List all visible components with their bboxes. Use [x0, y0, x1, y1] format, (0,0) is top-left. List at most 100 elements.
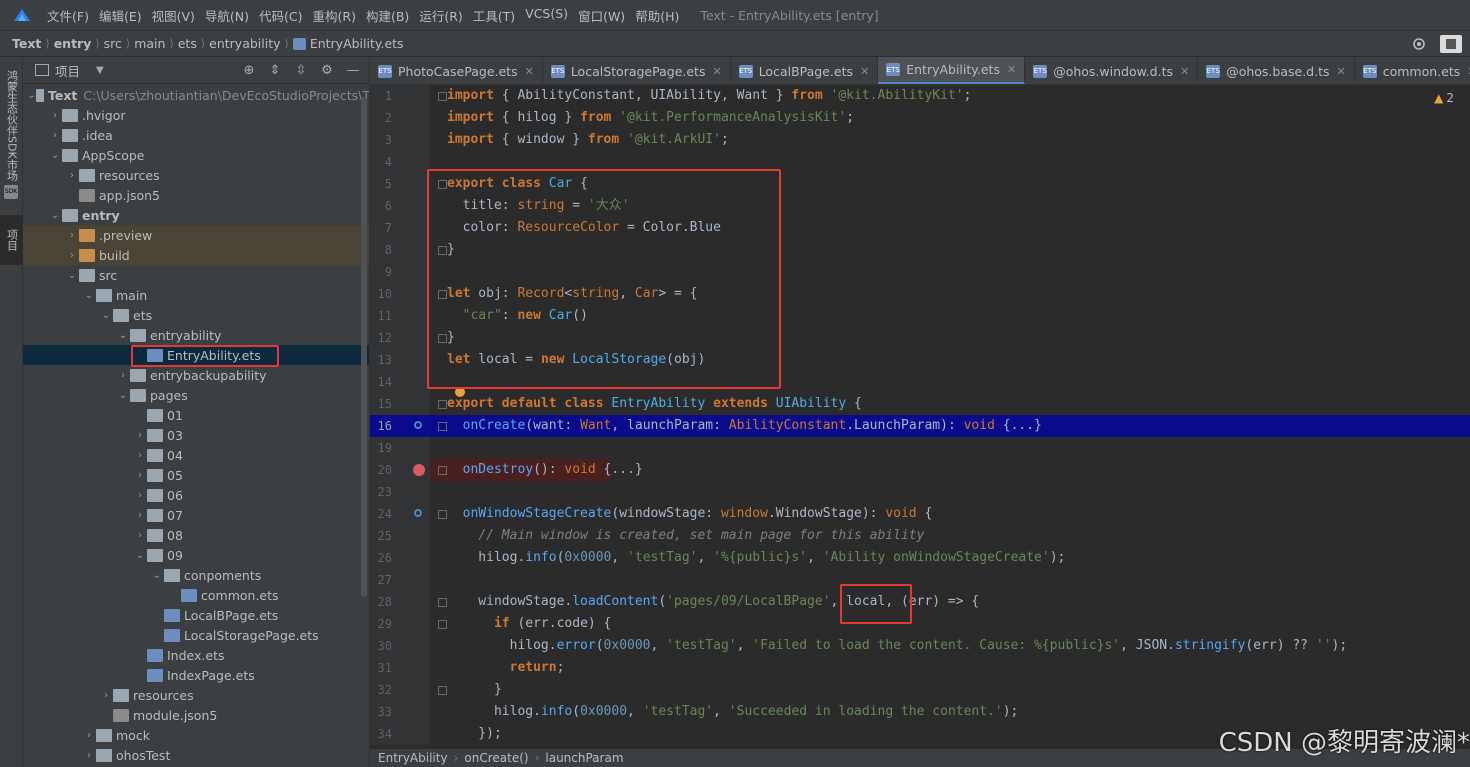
fold-marker-icon[interactable] [438, 290, 447, 299]
tree-item[interactable]: › .idea [23, 125, 369, 145]
code-line[interactable]: 29 if (err.code) { [370, 613, 1470, 635]
menu-item[interactable]: VCS(S) [520, 6, 573, 25]
fold-marker-icon[interactable] [438, 466, 447, 475]
code-line[interactable]: 2 import { hilog } from '@kit.Performance… [370, 107, 1470, 129]
tree-item[interactable]: ⌄ conpoments [23, 565, 369, 585]
code-line[interactable]: 3 import { window } from '@kit.ArkUI'; [370, 129, 1470, 151]
tree-item[interactable]: ⌄ pages [23, 385, 369, 405]
code-line[interactable]: 25 // Main window is created, set main p… [370, 525, 1470, 547]
chevron-right-icon[interactable]: › [82, 730, 96, 741]
menu-item[interactable]: 编辑(E) [94, 6, 147, 25]
editor-tab[interactable]: ETS LocalStoragePage.ets ✕ [543, 57, 731, 84]
code-line[interactable]: 11 "car": new Car() [370, 305, 1470, 327]
locate-icon[interactable]: ⊕ [241, 62, 257, 78]
code-line[interactable]: 30 hilog.error(0x0000, 'testTag', 'Faile… [370, 635, 1470, 657]
breadcrumb-item[interactable]: src [104, 36, 122, 51]
tree-item[interactable]: 01 [23, 405, 369, 425]
editor-tab[interactable]: ETS @ohos.base.d.ts ✕ [1198, 57, 1355, 84]
menu-item[interactable]: 窗口(W) [573, 6, 630, 25]
tree-item[interactable]: › .preview [23, 225, 369, 245]
code-line[interactable]: 9 [370, 261, 1470, 283]
fold-marker-icon[interactable] [438, 92, 447, 101]
chevron-right-icon[interactable]: › [65, 170, 79, 181]
tree-item[interactable]: ⌄ entryability [23, 325, 369, 345]
chevron-right-icon[interactable]: › [133, 530, 147, 541]
code-line[interactable]: 32 } [370, 679, 1470, 701]
code-line[interactable]: 20 onDestroy(): void {...} [370, 459, 1470, 481]
tree-item[interactable]: › .hvigor [23, 105, 369, 125]
chevron-right-icon[interactable]: › [116, 370, 130, 381]
tree-item[interactable]: › 07 [23, 505, 369, 525]
code-line[interactable]: 5 export class Car { [370, 173, 1470, 195]
project-scrollbar[interactable] [361, 97, 367, 597]
tree-item[interactable]: › resources [23, 685, 369, 705]
menu-item[interactable]: 文件(F) [42, 6, 94, 25]
breakpoint-icon[interactable] [413, 464, 425, 476]
project-tool-tab[interactable]: 项目 [0, 215, 23, 265]
menu-item[interactable]: 工具(T) [468, 6, 520, 25]
chevron-down-icon[interactable]: ⌄ [48, 210, 62, 221]
menu-item[interactable]: 导航(N) [200, 6, 254, 25]
code-line[interactable]: 7 color: ResourceColor = Color.Blue [370, 217, 1470, 239]
menu-item[interactable]: 帮助(H) [630, 6, 684, 25]
tree-item[interactable]: ⌄ entry [23, 205, 369, 225]
chevron-down-icon[interactable]: ⌄ [82, 290, 96, 301]
tree-item[interactable]: ⌄ AppScope [23, 145, 369, 165]
view-dropdown-icon[interactable]: ▼ [96, 65, 104, 76]
collapse-all-icon[interactable]: ⇳ [293, 62, 309, 78]
tree-item[interactable]: › entrybackupability [23, 365, 369, 385]
chevron-right-icon[interactable]: › [133, 510, 147, 521]
tree-item[interactable]: › 06 [23, 485, 369, 505]
inspection-widget[interactable]: ▲ 2 [1434, 91, 1454, 105]
fold-marker-icon[interactable] [438, 334, 447, 343]
chevron-right-icon[interactable]: › [65, 250, 79, 261]
gear-icon[interactable]: ⚙ [319, 62, 335, 78]
editor-tab[interactable]: ETS LocalBPage.ets ✕ [731, 57, 879, 84]
tree-item[interactable]: › 04 [23, 445, 369, 465]
fold-marker-icon[interactable] [438, 246, 447, 255]
tree-item[interactable]: module.json5 [23, 705, 369, 725]
editor-tab[interactable]: ETS EntryAbility.ets ✕ [878, 57, 1026, 84]
code-line[interactable]: 31 return; [370, 657, 1470, 679]
menu-item[interactable]: 运行(R) [414, 6, 467, 25]
code-line[interactable]: 4 [370, 151, 1470, 173]
code-line[interactable]: 1 import { AbilityConstant, UIAbility, Wa… [370, 85, 1470, 107]
tree-item[interactable]: ⌄ ets [23, 305, 369, 325]
close-icon[interactable]: ✕ [712, 65, 721, 78]
chevron-down-icon[interactable]: ⌄ [116, 390, 130, 401]
editor-breadcrumb-item[interactable]: launchParam [545, 751, 623, 765]
close-icon[interactable]: ✕ [1337, 65, 1346, 78]
breadcrumb-item[interactable]: Text [12, 36, 41, 51]
override-icon[interactable] [414, 421, 422, 429]
tree-item[interactable]: ⌄ Text C:\Users\zhoutiantian\DevEcoStudioP… [23, 85, 369, 105]
tree-item[interactable]: › build [23, 245, 369, 265]
code-line[interactable]: 19 [370, 437, 1470, 459]
tree-item[interactable]: EntryAbility.ets [23, 345, 369, 365]
editor-breadcrumb-item[interactable]: EntryAbility [378, 751, 448, 765]
editor-tab[interactable]: ETS PhotoCasePage.ets ✕ [370, 57, 543, 84]
editor-breadcrumb-item[interactable]: onCreate() [464, 751, 528, 765]
tree-item[interactable]: › 03 [23, 425, 369, 445]
tree-item[interactable]: › ohosTest [23, 745, 369, 765]
tree-item[interactable]: LocalStoragePage.ets [23, 625, 369, 645]
tree-item[interactable]: app.json5 [23, 185, 369, 205]
fold-marker-icon[interactable] [438, 598, 447, 607]
chevron-down-icon[interactable]: ⌄ [99, 310, 113, 321]
expand-all-icon[interactable]: ⇕ [267, 62, 283, 78]
code-line[interactable]: 14 [370, 371, 1470, 393]
tree-item[interactable]: › 05 [23, 465, 369, 485]
fold-marker-icon[interactable] [438, 422, 447, 431]
tree-item[interactable]: › 08 [23, 525, 369, 545]
code-line[interactable]: 23 [370, 481, 1470, 503]
override-icon[interactable] [414, 509, 422, 517]
fold-marker-icon[interactable] [438, 510, 447, 519]
chevron-right-icon[interactable]: › [133, 470, 147, 481]
device-selector-icon[interactable] [1440, 35, 1462, 53]
chevron-right-icon[interactable]: › [82, 750, 96, 761]
fold-marker-icon[interactable] [438, 180, 447, 189]
fold-marker-icon[interactable] [438, 400, 447, 409]
close-icon[interactable]: ✕ [1007, 63, 1016, 76]
breadcrumb-item[interactable]: entryability [209, 36, 280, 51]
code-line[interactable]: 12} [370, 327, 1470, 349]
code-line[interactable]: 27 [370, 569, 1470, 591]
